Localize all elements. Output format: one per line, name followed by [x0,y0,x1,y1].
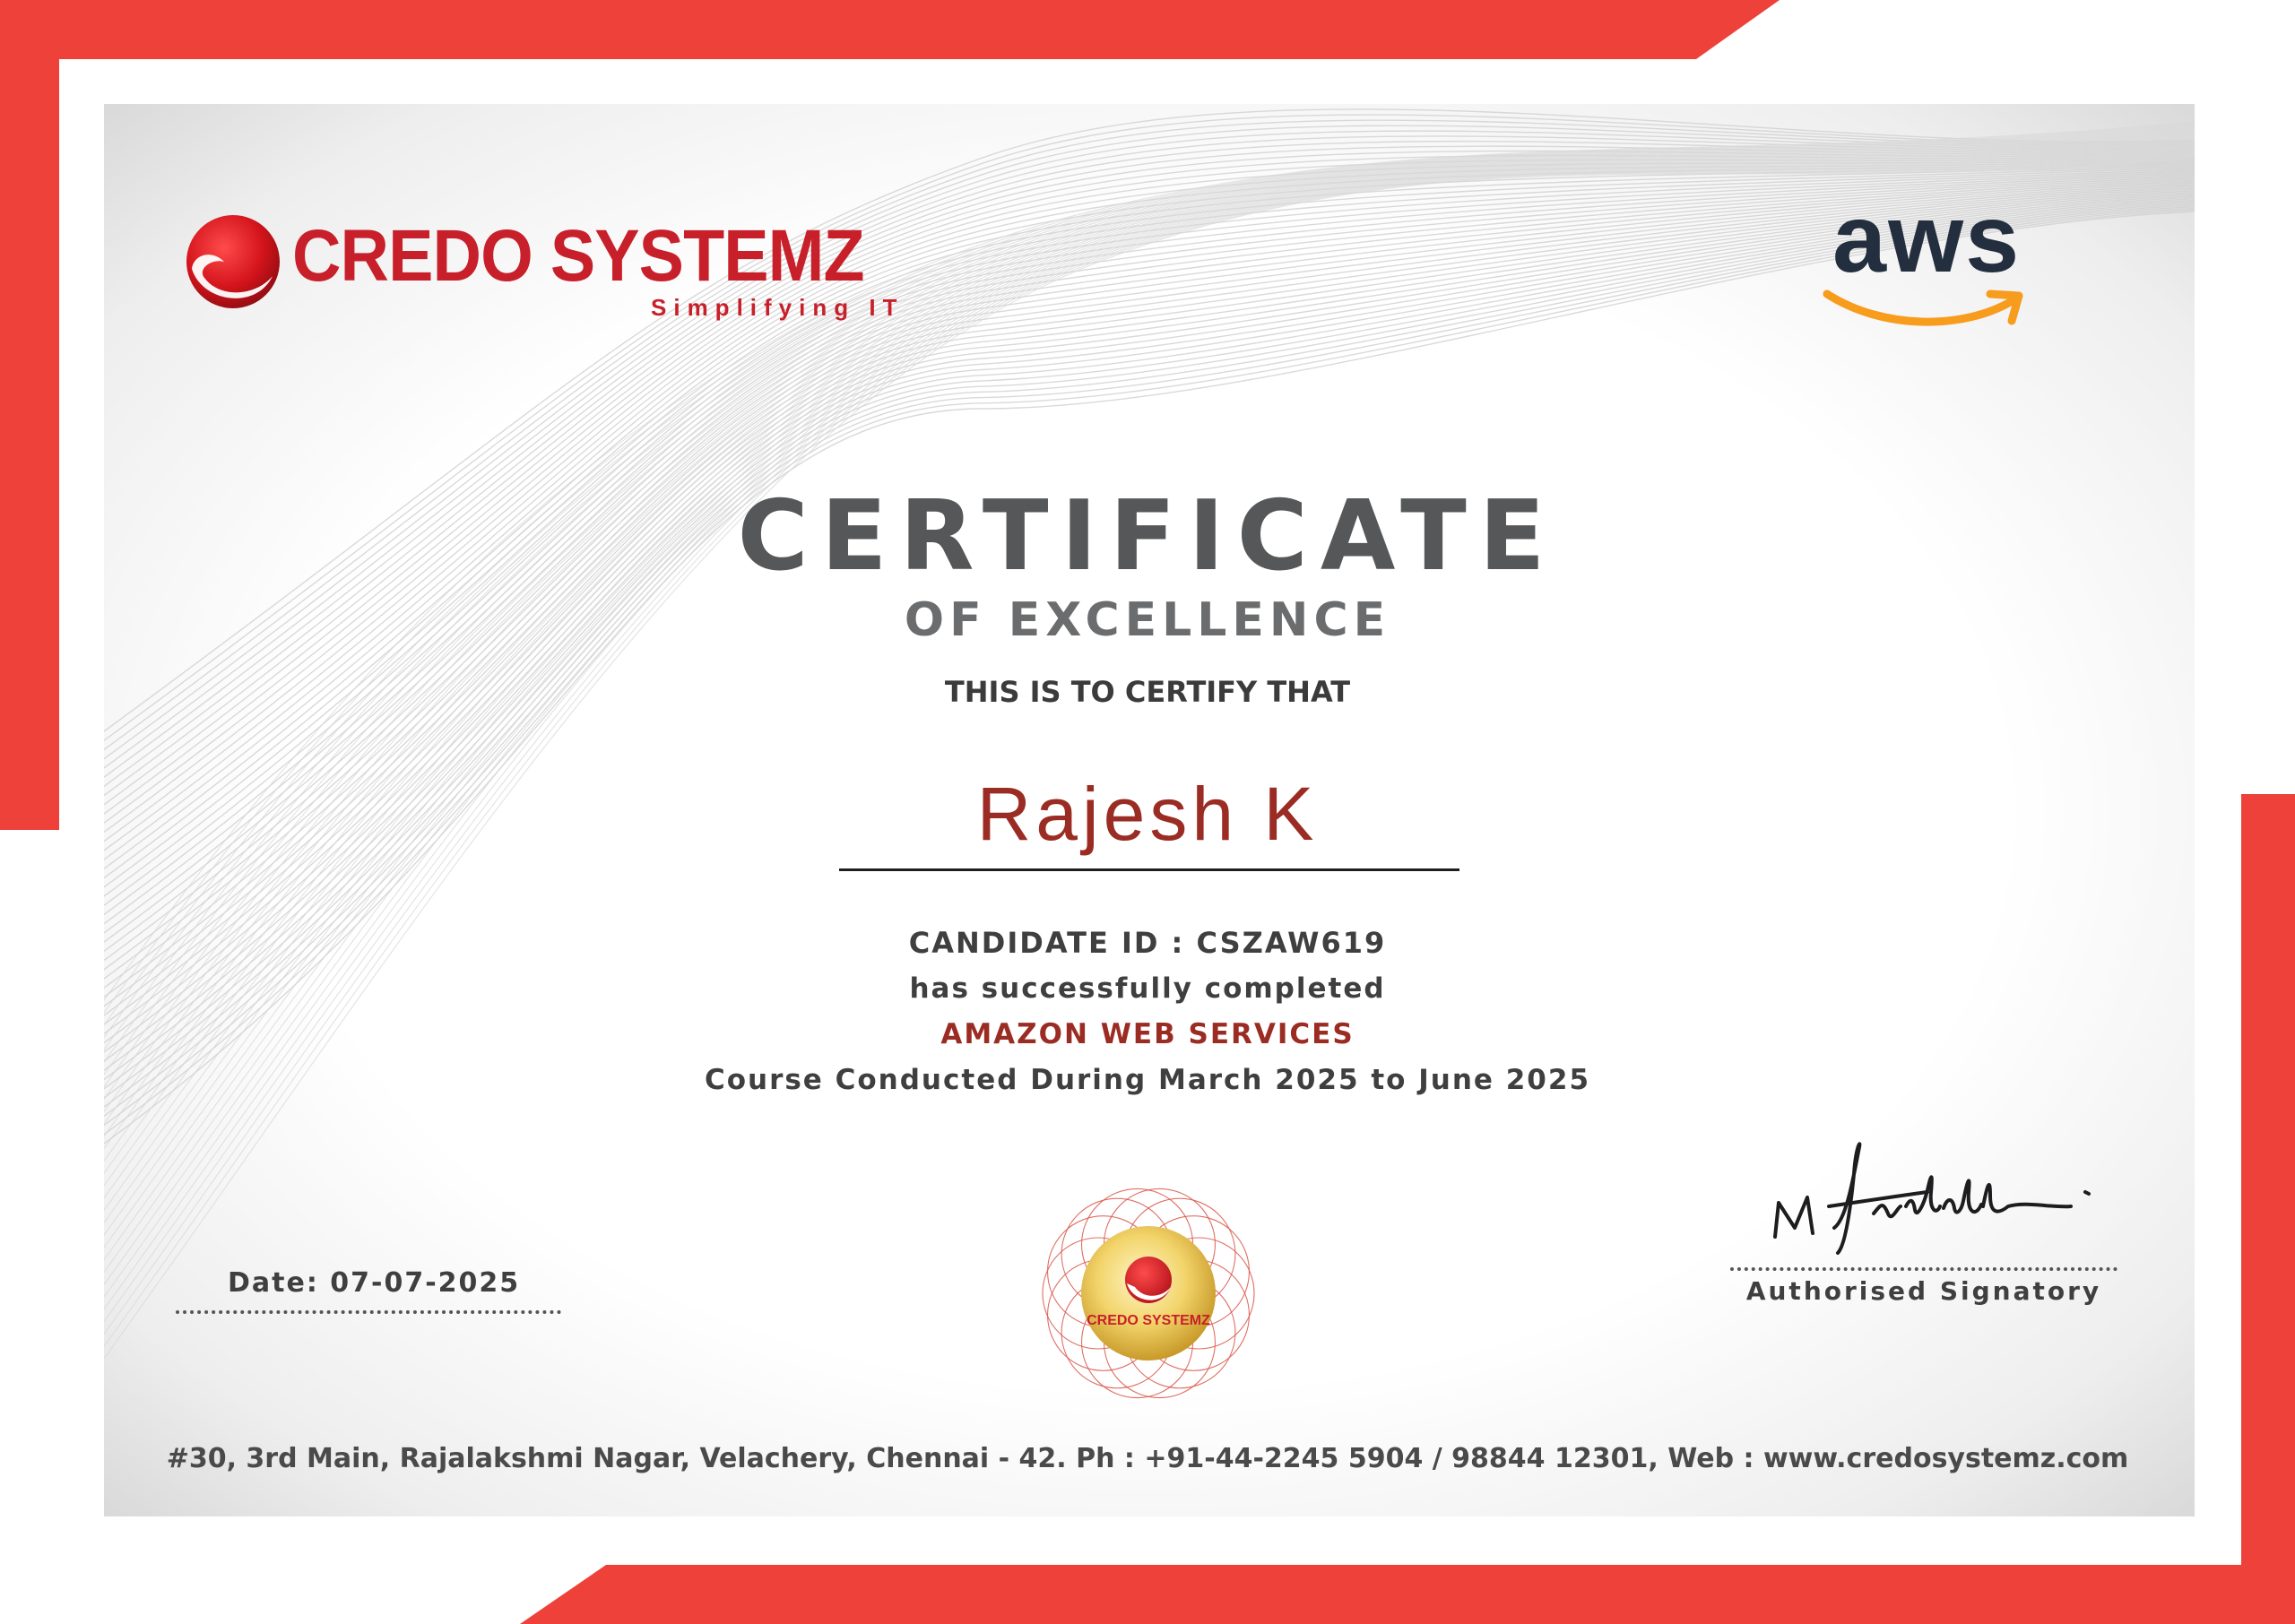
course-name: AMAZON WEB SERVICES [940,1018,1355,1050]
certify-line: THIS IS TO CERTIFY THAT [944,675,1351,709]
course-period: Course Conducted During March 2025 to Ju… [704,1064,1591,1096]
certificate-title: CERTIFICATE [737,480,1558,592]
candidate-name: Rajesh K [976,772,1319,856]
signatory-label: Authorised Signatory [1745,1276,2102,1306]
signature-block: Authorised Signatory [1730,1120,2117,1306]
date-block: Date: 07-07-2025 [176,1266,561,1314]
credo-logo-tagline: Simplifying IT [651,294,905,321]
credo-systemz-seal: CREDO SYSTEMZ [1042,1188,1255,1399]
aws-logo: aws [1820,185,2035,335]
handwritten-signature [1773,1142,2091,1255]
credo-logo-sphere-icon [186,215,280,308]
issue-date: Date: 07-07-2025 [228,1267,521,1299]
signature-dotted-line [1730,1267,2117,1271]
name-underline [839,868,1459,871]
certificate-subtitle: OF EXCELLENCE [904,593,1391,647]
candidate-id: CANDIDATE ID : CSZAW619 [908,926,1387,960]
credo-logo-name: CREDO SYSTEMZ [292,215,865,297]
completion-statement: has successfully completed [909,972,1386,1005]
date-dotted-line [176,1310,561,1314]
aws-smile-arrow-icon [1823,289,2023,326]
seal-text: CREDO SYSTEMZ [1087,1313,1210,1328]
credo-systemz-logo: CREDO SYSTEMZ Simplifying IT [185,212,896,328]
company-address: #30, 3rd Main, Rajalakshmi Nagar, Velach… [166,1443,2129,1474]
